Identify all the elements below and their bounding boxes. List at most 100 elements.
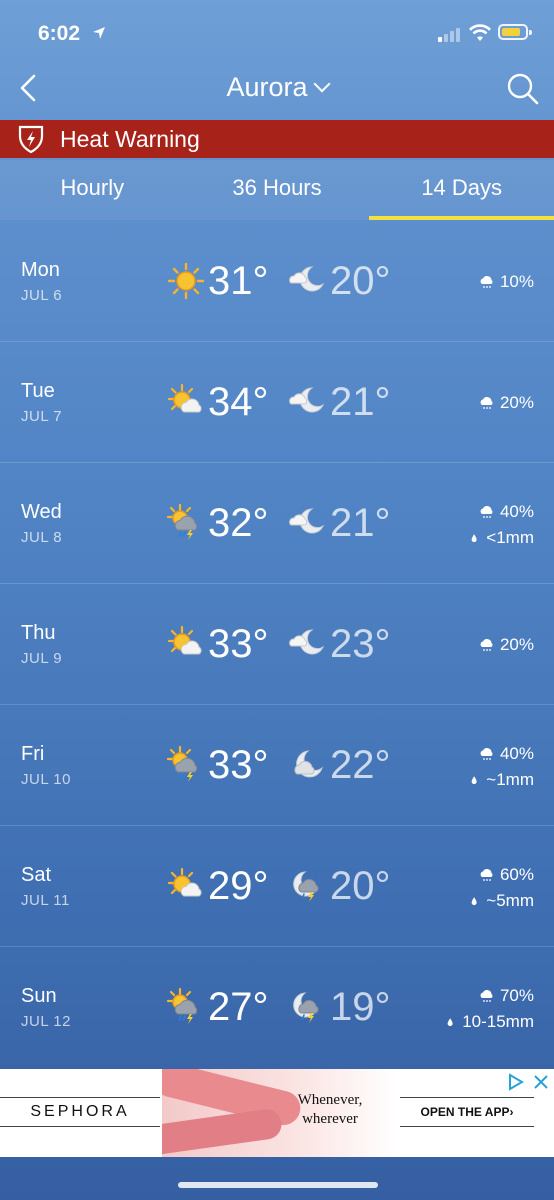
precip-cloud-icon <box>480 990 493 1002</box>
day-date: JUL 8 <box>21 529 63 546</box>
forecast-row[interactable]: Tue JUL 7 34° 21° 20% <box>0 342 554 463</box>
heat-warning-banner[interactable]: Heat Warning <box>0 120 554 158</box>
day-name: Sun <box>21 985 57 1007</box>
high-temp: 31° <box>208 259 269 303</box>
ad-image: Whenever, wherever <box>162 1069 398 1157</box>
high-temp: 27° <box>208 985 269 1029</box>
precipitation: 20% <box>479 632 534 658</box>
day-date: JUL 12 <box>21 1013 71 1030</box>
day-date: JUL 7 <box>21 408 63 425</box>
precip-chance: 70% <box>499 986 534 1005</box>
day-name: Sat <box>21 864 52 886</box>
precip-chance: 40% <box>499 744 534 763</box>
day-name: Tue <box>21 380 55 402</box>
city-name: Aurora <box>226 72 308 102</box>
forecast-tabs: Hourly 36 Hours 14 Days <box>0 160 554 220</box>
wifi-icon <box>469 24 491 41</box>
tab-14-days[interactable]: 14 Days <box>369 160 554 220</box>
precip-amount: 10-15mm <box>462 1012 534 1031</box>
sunny-icon <box>166 261 206 301</box>
day-date: JUL 9 <box>21 650 63 667</box>
forecast-list: Mon JUL 6 31° 20° 10% Tue JUL 7 34° 21° 20% Wed JUL… <box>0 221 554 1067</box>
low-temp: 20° <box>330 864 391 908</box>
rain-drop-icon <box>471 534 477 543</box>
sun-thunderstorm-icon <box>166 987 206 1027</box>
high-temp: 33° <box>208 622 269 666</box>
warning-text: Heat Warning <box>60 125 200 152</box>
forecast-row[interactable]: Mon JUL 6 31° 20° 10% <box>0 221 554 342</box>
precipitation: 10% <box>479 269 534 295</box>
rain-drop-icon <box>471 776 477 785</box>
low-temp: 21° <box>330 380 391 424</box>
precip-cloud-icon <box>480 639 493 651</box>
day-name: Mon <box>21 259 60 281</box>
precip-cloud-icon <box>480 748 493 760</box>
precip-cloud-icon <box>480 506 493 518</box>
moon-cloud-icon <box>288 626 326 662</box>
header: Aurora <box>0 60 554 116</box>
rain-drop-icon <box>447 1018 453 1027</box>
high-temp: 29° <box>208 864 269 908</box>
ad-brand: SEPHORA <box>0 1097 160 1127</box>
rain-drop-icon <box>471 897 477 906</box>
precip-chance: 10% <box>499 272 534 291</box>
low-temp: 22° <box>330 743 391 787</box>
sun-thunderstorm-icon <box>166 503 206 543</box>
moon-thunderstorm-icon <box>288 989 326 1025</box>
precip-amount: <1mm <box>486 528 534 547</box>
cloudy-moon-icon <box>288 747 326 783</box>
forecast-row[interactable]: Sun JUL 12 27° 19° 70% 10-15mm <box>0 947 554 1067</box>
precip-chance: 20% <box>499 393 534 412</box>
day-date: JUL 10 <box>21 771 71 788</box>
moon-cloud-icon <box>288 384 326 420</box>
forecast-row[interactable]: Fri JUL 10 33° 22° 40% ~1mm <box>0 705 554 826</box>
status-bar: 6:02 <box>0 0 554 66</box>
day-date: JUL 11 <box>21 892 70 909</box>
location-selector[interactable]: Aurora <box>0 72 554 103</box>
low-temp: 20° <box>330 259 391 303</box>
location-arrow-icon <box>93 27 105 39</box>
precip-chance: 40% <box>499 502 534 521</box>
precip-cloud-icon <box>480 276 493 288</box>
moon-thunderstorm-icon <box>288 868 326 904</box>
ad-tagline: Whenever, wherever <box>297 1092 363 1127</box>
tab-36-hours[interactable]: 36 Hours <box>185 160 370 220</box>
forecast-row[interactable]: Thu JUL 9 33° 23° 20% <box>0 584 554 705</box>
precip-chance: 20% <box>499 635 534 654</box>
day-name: Thu <box>21 622 56 644</box>
mostly-sunny-icon <box>166 382 206 422</box>
moon-cloud-icon <box>288 263 326 299</box>
tab-hourly[interactable]: Hourly <box>0 160 185 220</box>
precipitation: 20% <box>479 390 534 416</box>
mostly-sunny-icon <box>166 624 206 664</box>
precip-chance: 60% <box>499 865 534 884</box>
day-name: Wed <box>21 501 62 523</box>
precipitation: 70% 10-15mm <box>447 983 534 1035</box>
mostly-sunny-icon <box>166 866 206 906</box>
sun-thunderstorm-icon <box>166 745 206 785</box>
ad-close-icon[interactable] <box>532 1073 550 1091</box>
forecast-row[interactable]: Sat JUL 11 29° 20° 60% ~5mm <box>0 826 554 947</box>
home-indicator[interactable] <box>178 1182 378 1188</box>
precipitation: 60% ~5mm <box>471 862 534 914</box>
ad-banner[interactable]: SEPHORA Whenever, wherever OPEN THE APP› <box>0 1069 554 1157</box>
day-name: Fri <box>21 743 45 765</box>
moon-cloud-icon <box>288 505 326 541</box>
battery-icon <box>498 24 532 40</box>
high-temp: 33° <box>208 743 269 787</box>
precipitation: 40% <1mm <box>471 499 534 551</box>
low-temp: 21° <box>330 501 391 545</box>
ad-open-app-button[interactable]: OPEN THE APP› <box>400 1097 534 1127</box>
high-temp: 32° <box>208 501 269 545</box>
search-icon[interactable] <box>506 72 540 106</box>
status-time: 6:02 <box>38 22 81 45</box>
precip-amount: ~1mm <box>486 770 534 789</box>
precip-amount: ~5mm <box>486 891 534 910</box>
adchoices-icon[interactable] <box>506 1073 526 1091</box>
forecast-row[interactable]: Wed JUL 8 32° 21° 40% <1mm <box>0 463 554 584</box>
low-temp: 23° <box>330 622 391 666</box>
precip-cloud-icon <box>480 397 493 409</box>
day-date: JUL 6 <box>21 287 63 304</box>
low-temp: 19° <box>330 985 391 1029</box>
cellular-signal-icon <box>438 26 464 42</box>
